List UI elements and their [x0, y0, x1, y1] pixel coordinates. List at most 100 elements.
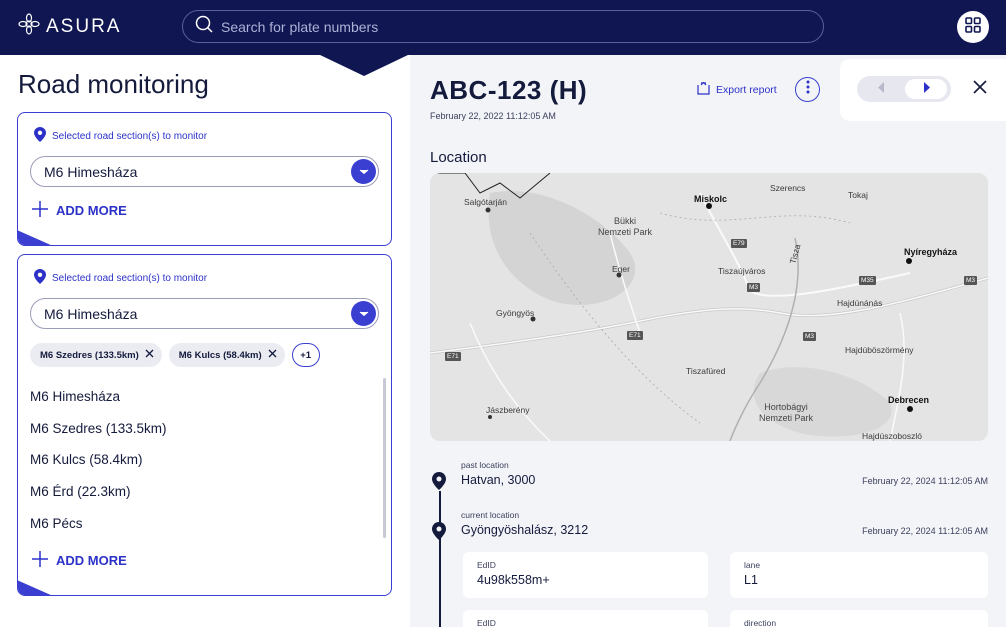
- chevron-down-icon[interactable]: [351, 159, 376, 184]
- map-city-label: Nyíregyháza: [904, 247, 958, 257]
- chip-label: M6 Kulcs (58.4km): [178, 349, 262, 361]
- chevron-right-icon: [923, 80, 930, 98]
- road-section-select[interactable]: M6 Himesháza: [30, 156, 379, 187]
- map-park-label: Bükki Nemzeti Park: [598, 216, 653, 237]
- export-icon: [697, 81, 710, 98]
- list-item[interactable]: M6 Himesháza: [30, 381, 390, 413]
- search-icon: [195, 15, 213, 38]
- chevron-left-icon: [877, 80, 885, 98]
- chip-label: M6 Szedres (133.5km): [40, 349, 139, 361]
- select-value: M6 Himesháza: [44, 163, 138, 180]
- map-city-label: Tokaj: [848, 190, 868, 200]
- past-location-label: past location: [461, 460, 509, 470]
- map-city-label: Hajdúnánás: [837, 298, 883, 308]
- plate-timestamp: February 22, 2022 11:12:05 AM: [430, 111, 556, 121]
- info-card-edid: EdID 4u98k558m+: [463, 552, 708, 598]
- map-city-label: Szerencs: [770, 183, 806, 193]
- list-item[interactable]: M6 Szedres (133.5km): [30, 413, 390, 445]
- road-section-card-1: Selected road section(s) to monitor M6 H…: [17, 112, 392, 246]
- map-city-label: Jászberény: [486, 405, 530, 415]
- plus-icon: [32, 551, 48, 570]
- past-location-date: February 22, 2024 11:12:05 AM: [862, 476, 988, 486]
- location-pin-icon: [432, 472, 446, 495]
- more-chips-button[interactable]: +1: [291, 343, 320, 367]
- timeline-line: [439, 491, 441, 627]
- road-shield: M3: [747, 283, 761, 292]
- chevron-down-icon[interactable]: [351, 301, 376, 326]
- road-shield: E71: [627, 331, 643, 340]
- grid-icon: [965, 16, 981, 38]
- info-key: EdID: [477, 618, 496, 627]
- map-park-label: Hortobágyi Nemzeti Park: [759, 402, 814, 423]
- map-city-label: Debrecen: [888, 395, 930, 405]
- plate-number: ABC-123 (H): [430, 75, 588, 105]
- card-label: Selected road section(s) to monitor: [34, 269, 207, 287]
- list-item[interactable]: M6 Érd (22.3km): [30, 476, 390, 508]
- info-key: direction: [744, 618, 777, 627]
- record-pager: [857, 76, 951, 102]
- selected-chip: M6 Kulcs (58.4km): [168, 343, 285, 367]
- map-city-label: Miskolc: [694, 194, 728, 204]
- road-shield: M3: [964, 276, 978, 285]
- road-section-select[interactable]: M6 Himesháza: [30, 298, 379, 329]
- current-location-place: Gyöngyöshalász, 3212: [461, 523, 589, 537]
- close-icon[interactable]: [268, 349, 277, 361]
- road-section-card-2: Selected road section(s) to monitor M6 H…: [17, 254, 392, 596]
- close-button[interactable]: [970, 79, 990, 99]
- close-icon: [973, 79, 987, 99]
- plus-icon: [32, 201, 48, 220]
- header-notch: [318, 54, 410, 76]
- info-card-edid-2: EdID: [463, 610, 708, 627]
- logo-icon: [18, 13, 40, 40]
- road-shield: E71: [445, 352, 461, 361]
- map-city-label: Eger: [612, 264, 630, 274]
- card-corner-accent: [18, 230, 53, 245]
- card-corner-accent: [18, 580, 53, 595]
- apps-grid-button[interactable]: [957, 11, 989, 43]
- next-button[interactable]: [905, 79, 947, 99]
- list-item[interactable]: M6 Kulcs (58.4km): [30, 444, 390, 476]
- road-monitoring-panel: Road monitoring Selected road section(s)…: [0, 55, 410, 627]
- export-label: Export report: [716, 84, 777, 96]
- selected-chips: M6 Szedres (133.5km) M6 Kulcs (58.4km) +…: [30, 343, 320, 367]
- vehicle-detail-panel: ABC-123 (H) February 22, 2022 11:12:05 A…: [410, 55, 1006, 627]
- close-icon[interactable]: [145, 349, 154, 361]
- road-section-options: M6 Himesháza M6 Szedres (133.5km) M6 Kul…: [30, 381, 390, 539]
- card-label: Selected road section(s) to monitor: [34, 127, 207, 145]
- brand-name: ASURA: [46, 15, 122, 37]
- more-vertical-icon: [806, 80, 810, 99]
- map-city-label: Gyöngyös: [496, 308, 535, 318]
- more-options-button[interactable]: [795, 77, 820, 102]
- export-report-button[interactable]: Export report: [697, 81, 777, 98]
- select-value: M6 Himesháza: [44, 305, 138, 322]
- info-card-lane: lane L1: [730, 552, 988, 598]
- brand-logo[interactable]: ASURA: [18, 13, 121, 40]
- current-location-date: February 22, 2024 11:12:05 AM: [862, 526, 988, 536]
- selected-chip: M6 Szedres (133.5km): [30, 343, 162, 367]
- card-label-text: Selected road section(s) to monitor: [52, 272, 208, 284]
- add-more-label: ADD MORE: [56, 553, 127, 568]
- list-item[interactable]: M6 Pécs: [30, 507, 390, 539]
- info-key: EdID: [477, 560, 496, 570]
- map-city-label: Hajdúböszörmény: [845, 345, 914, 355]
- location-pin-icon: [34, 127, 46, 145]
- add-more-button[interactable]: ADD MORE: [32, 201, 127, 220]
- current-location-label: current location: [461, 510, 520, 520]
- options-scrollbar[interactable]: [383, 378, 386, 538]
- top-bar: ASURA: [0, 0, 1006, 55]
- location-map[interactable]: Salgótarján Miskolc Szerencs Tokaj Bükki…: [430, 173, 988, 441]
- road-shield: M3: [803, 332, 817, 341]
- add-more-button[interactable]: ADD MORE: [32, 551, 127, 570]
- location-pin-icon: [432, 522, 446, 545]
- road-shield: E79: [731, 239, 747, 248]
- previous-button[interactable]: [861, 79, 901, 99]
- add-more-label: ADD MORE: [56, 203, 127, 218]
- info-value: L1: [744, 573, 758, 587]
- plate-search[interactable]: [182, 10, 824, 43]
- map-city-label: Tiszafüred: [686, 366, 726, 376]
- info-key: lane: [744, 560, 761, 570]
- past-location-place: Hatvan, 3000: [461, 473, 536, 487]
- search-input[interactable]: [221, 18, 781, 35]
- location-pin-icon: [34, 269, 46, 287]
- info-value: 4u98k558m+: [477, 573, 550, 587]
